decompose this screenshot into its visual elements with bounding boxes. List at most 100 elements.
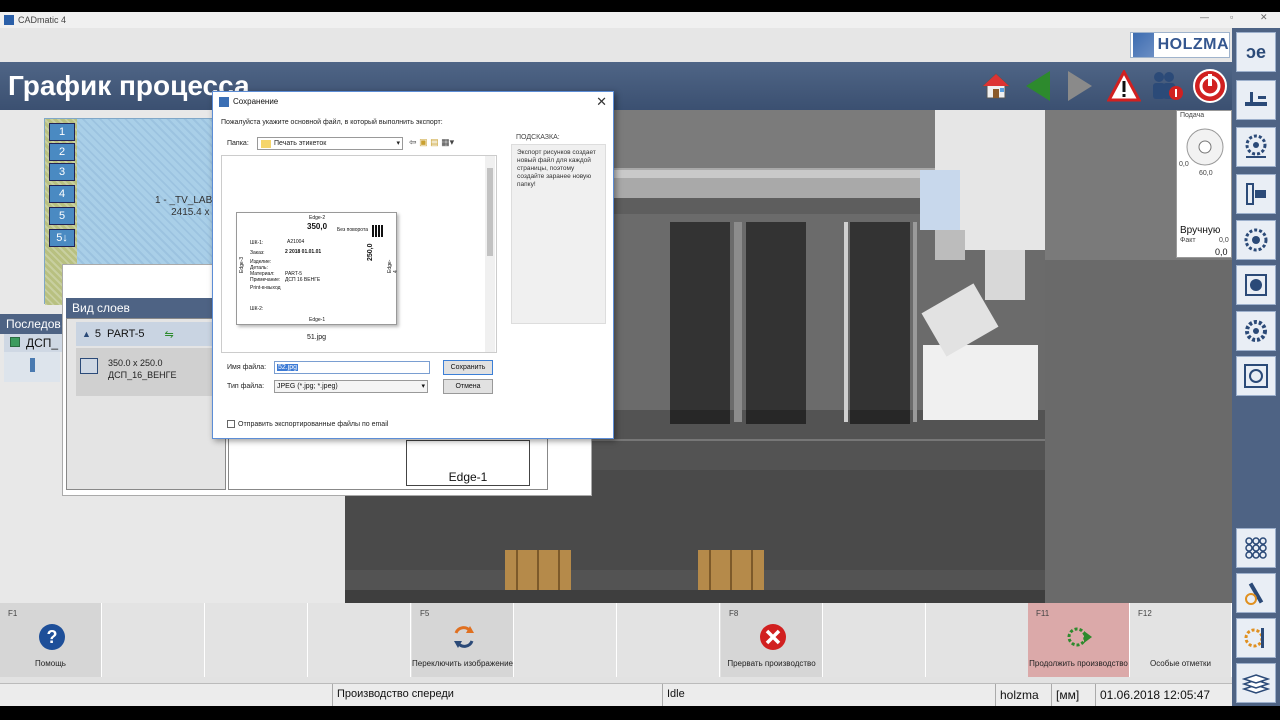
part-4[interactable]: 4 <box>49 185 75 203</box>
back-arrow-icon[interactable]: ⇦ <box>409 137 417 147</box>
dialog-title: Сохранение <box>233 97 279 106</box>
fkey-label: Помощь <box>35 659 66 668</box>
feed-panel: Подача 0,0 60,0 Вручную Факт 0,0 0,0 <box>1176 110 1232 258</box>
feed-label: Подача <box>1180 112 1205 119</box>
chevron-down-icon: ▾ <box>396 140 400 147</box>
filename-value: 52.jpg <box>277 364 299 371</box>
card-edge-right: Edge-4 <box>387 259 399 273</box>
sequence-row[interactable]: ДСП_ <box>4 334 64 352</box>
thumbnail-caption: 51.jpg <box>307 334 327 341</box>
value-readout: 0,0 <box>1215 247 1228 257</box>
back-button[interactable] <box>1018 66 1058 106</box>
chevron-down-icon: ▾ <box>421 383 425 390</box>
card-shk-label: ШК-1: <box>250 240 264 246</box>
stack-icon <box>1242 674 1270 694</box>
layer-row[interactable]: ▲ 5 PART-5 ⇋ <box>76 322 222 346</box>
switch-view-icon <box>454 626 474 648</box>
fkey-special-marks[interactable]: F12 Особые отметки <box>1130 603 1232 677</box>
fkey-abort[interactable]: F8 Прервать производство <box>721 603 823 677</box>
arrow-left-icon <box>1026 71 1050 101</box>
status-mode: Производство спереди <box>332 684 662 707</box>
blade-button[interactable] <box>1236 220 1276 260</box>
maximize-button[interactable]: ▫ <box>1230 12 1233 22</box>
program-icon: ↄe <box>1245 41 1267 62</box>
fkey-label: Переключить изображение <box>412 659 513 668</box>
layer-detail[interactable]: 350.0 x 250.0 ДСП_16_ВЕНГЕ <box>76 348 222 396</box>
fkey-continue[interactable]: F11 Продолжить производство <box>1028 603 1130 677</box>
stop-button[interactable] <box>1190 66 1230 106</box>
part-1[interactable]: 1 <box>49 123 75 141</box>
app-icon <box>4 15 14 25</box>
dialog-close-button[interactable]: ✕ <box>596 94 607 110</box>
folder-icon <box>261 140 271 148</box>
card-edge-top: Edge-2 <box>309 215 326 221</box>
label-thumbnail[interactable]: Edge-2 350,0 Без поворота ШК-1: A21004 З… <box>236 212 399 325</box>
tools-icon <box>1244 628 1264 648</box>
blade-icon <box>1244 228 1268 252</box>
sequence-header: Последов <box>0 314 64 334</box>
saw-settings-button[interactable] <box>1236 127 1276 167</box>
minimize-button[interactable]: — <box>1200 12 1209 22</box>
filetype-select[interactable]: JPEG (*.jpg; *.jpeg) ▾ <box>274 380 428 393</box>
hint-title: ПОДСКАЗКА: <box>516 134 560 141</box>
cancel-button[interactable]: Отмена <box>443 379 493 394</box>
holzma-logo: HOLZMA <box>1130 32 1230 58</box>
dialog-app-icon <box>219 97 229 107</box>
preview-scrollbar[interactable] <box>485 156 495 352</box>
folder-select[interactable]: Печать этикеток ▾ <box>257 137 403 150</box>
folder-value: Печать этикеток <box>274 140 327 147</box>
motor-button[interactable] <box>1236 265 1276 305</box>
part-2[interactable]: 2 <box>49 143 75 161</box>
status-blank <box>0 684 332 707</box>
close-window-button[interactable]: ✕ <box>1260 12 1268 23</box>
fkey-empty-1 <box>103 603 205 677</box>
part-5[interactable]: 5 <box>49 207 75 225</box>
grid-button[interactable] <box>1236 528 1276 568</box>
clamp-button[interactable] <box>1236 174 1276 214</box>
save-button[interactable]: Сохранить <box>443 360 493 375</box>
forward-button[interactable] <box>1060 66 1100 106</box>
fkey-code: F12 <box>1138 609 1152 618</box>
sequence-subrow <box>4 352 60 382</box>
layers-title: Вид слоев <box>66 298 226 318</box>
card-shk2-label: ШК-2: <box>250 306 264 312</box>
stack-button[interactable] <box>1236 663 1276 703</box>
warning-button[interactable] <box>1104 66 1144 106</box>
sequence-row-label: ДСП_ <box>26 336 59 350</box>
home-button[interactable] <box>976 66 1016 106</box>
fkey-empty-9 <box>927 603 1029 677</box>
fkey-code: F5 <box>420 609 430 618</box>
card-fields: Изделие: Деталь: Материал: Примечание: <box>250 259 281 283</box>
operators-button[interactable] <box>1146 66 1186 106</box>
tools-button[interactable] <box>1236 618 1276 658</box>
filetype-label: Тип файла: <box>227 383 265 390</box>
arrow-right-icon <box>1068 71 1092 101</box>
email-checkbox[interactable] <box>227 420 235 428</box>
status-datetime: 01.06.2018 12:05:47 <box>1095 684 1232 707</box>
grid-icon <box>1245 537 1267 559</box>
email-option[interactable]: Отправить экспортированные файлы по emai… <box>227 420 388 428</box>
part-5-active[interactable]: 5↓ <box>49 229 75 247</box>
new-folder-icon[interactable]: ▤ <box>430 137 439 147</box>
fkey-help[interactable]: F1 ? Помощь <box>0 603 102 677</box>
filename-input[interactable]: 52.jpg <box>274 361 430 374</box>
save-dialog: Сохранение ✕ Пожалуйста укажите основной… <box>212 91 614 439</box>
part-3[interactable]: 3 <box>49 163 75 181</box>
home-icon <box>981 73 1011 99</box>
continue-icon <box>1067 627 1092 647</box>
wrench-tool-button[interactable] <box>1236 573 1276 613</box>
program-button[interactable]: ↄe <box>1236 32 1276 72</box>
operators-icon <box>1153 72 1183 100</box>
folder-label: Папка: <box>227 140 249 147</box>
collapse-icon[interactable]: ▲ <box>82 329 91 339</box>
fkey-switch-view[interactable]: F5 Переключить изображение <box>412 603 514 677</box>
gear-tool-button[interactable] <box>1236 311 1276 351</box>
gear-tool-icon <box>1245 320 1267 342</box>
up-folder-icon[interactable]: ▣ <box>419 137 428 147</box>
fkey-empty-6 <box>618 603 720 677</box>
scrollbar-thumb[interactable] <box>487 168 493 256</box>
pattern-button[interactable] <box>1236 356 1276 396</box>
transport-button[interactable] <box>1236 80 1276 120</box>
view-menu-icon[interactable]: ▦▾ <box>441 137 454 147</box>
feed-dial-icon <box>1186 128 1224 166</box>
